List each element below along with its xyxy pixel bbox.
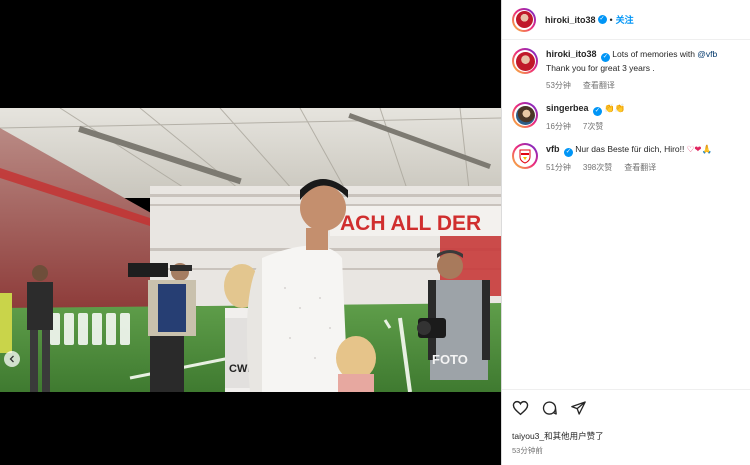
stadium-photo-image: ACH ALL DER CWB FOTO bbox=[0, 108, 501, 392]
vfb-logo-icon bbox=[519, 149, 531, 164]
media-area: ACH ALL DER CWB FOTO bbox=[0, 0, 501, 465]
caption-username[interactable]: hiroki_ito38 bbox=[546, 49, 597, 59]
comment-username[interactable]: singerbea bbox=[546, 103, 589, 113]
post-side-panel: hiroki_ito38 ✓ • 关注 hiroki_ito38 ✓ Lots … bbox=[501, 0, 750, 465]
post-header: hiroki_ito38 ✓ • 关注 bbox=[502, 0, 750, 40]
mention-link[interactable]: @vfb bbox=[697, 49, 717, 59]
comments-list: hiroki_ito38 ✓ Lots of memories with @vf… bbox=[502, 40, 750, 174]
carousel-previous-button[interactable] bbox=[4, 351, 20, 367]
likes-summary[interactable]: taiyou3_和其他用户赞了 bbox=[512, 430, 741, 442]
verified-icon: ✓ bbox=[592, 107, 602, 116]
follow-button[interactable]: 关注 bbox=[616, 13, 634, 26]
share-icon[interactable] bbox=[570, 400, 587, 416]
comment-time[interactable]: 16分钟 bbox=[546, 120, 571, 133]
comment-username[interactable]: vfb bbox=[546, 144, 560, 154]
caption: hiroki_ito38 ✓ Lots of memories with @vf… bbox=[512, 48, 740, 92]
post-time[interactable]: 53分钟前 bbox=[512, 445, 741, 456]
stadium-banner-text: ACH ALL DER bbox=[340, 212, 481, 235]
translate-button[interactable]: 查看翻译 bbox=[624, 161, 656, 174]
author-avatar[interactable] bbox=[512, 7, 536, 32]
verified-icon: ✓ bbox=[597, 15, 607, 24]
comment-likes[interactable]: 398次赞 bbox=[583, 161, 612, 174]
action-bar bbox=[512, 399, 741, 417]
comment-emojis: ♡❤🙏 bbox=[686, 144, 713, 154]
caption-text: Lots of memories with bbox=[612, 49, 698, 59]
caption-text-line2: Thank you for great 3 years . bbox=[546, 63, 655, 73]
comment-likes[interactable]: 7次赞 bbox=[583, 120, 603, 133]
chevron-left-icon bbox=[9, 355, 14, 363]
caption-avatar[interactable] bbox=[512, 48, 538, 74]
post-footer: taiyou3_和其他用户赞了 53分钟前 bbox=[502, 389, 750, 465]
photographer-bib-text: FOTO bbox=[432, 352, 468, 367]
translate-button[interactable]: 查看翻译 bbox=[583, 79, 615, 92]
commenter-avatar[interactable] bbox=[512, 102, 538, 128]
post-photo[interactable]: ACH ALL DER CWB FOTO bbox=[0, 108, 501, 392]
comment-item: singerbea ✓ 👏👏 16分钟 7次赞 bbox=[512, 102, 740, 133]
commenter-avatar[interactable] bbox=[512, 143, 538, 169]
instagram-post-viewer: ACH ALL DER CWB FOTO hiroki_ito38 ✓ • 关注… bbox=[0, 0, 750, 465]
comment-text: Nur das Beste für dich, Hiro!! bbox=[575, 144, 685, 154]
author-username[interactable]: hiroki_ito38 bbox=[545, 15, 596, 25]
heart-icon[interactable] bbox=[512, 400, 529, 416]
verified-icon: ✓ bbox=[600, 53, 610, 62]
caption-time[interactable]: 53分钟 bbox=[546, 79, 571, 92]
comment-text: 👏👏 bbox=[604, 103, 626, 113]
comment-item: vfb ✓ Nur das Beste für dich, Hiro!! ♡❤🙏… bbox=[512, 143, 740, 174]
comment-icon[interactable] bbox=[541, 400, 558, 416]
comment-time[interactable]: 51分钟 bbox=[546, 161, 571, 174]
verified-icon: ✓ bbox=[563, 148, 573, 157]
separator-dot: • bbox=[609, 14, 613, 25]
